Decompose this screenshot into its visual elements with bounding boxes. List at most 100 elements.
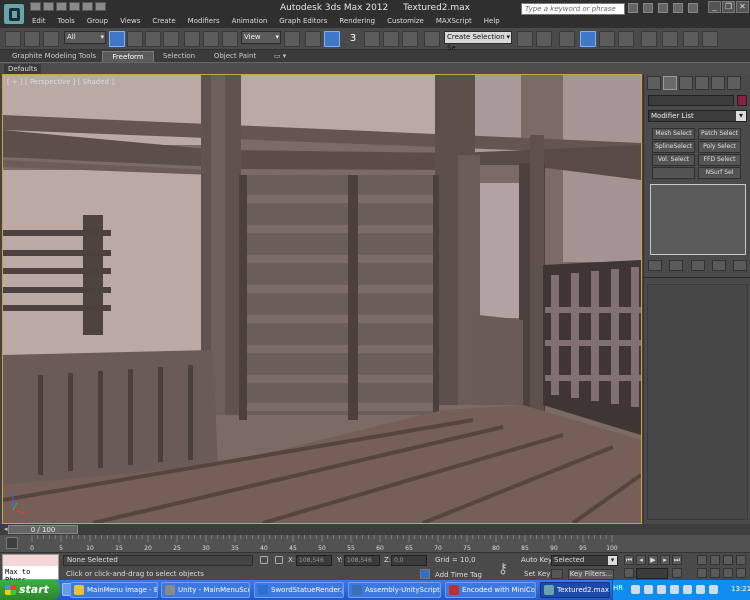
go-to-start-icon[interactable]: ⏮ <box>624 555 634 565</box>
set-key-button[interactable]: Set Key <box>524 570 550 578</box>
maxscript-listener[interactable]: Max to Physc. <box>2 554 59 584</box>
auto-key-button[interactable]: Auto Key <box>521 556 552 564</box>
previous-frame-icon[interactable]: ◂ <box>4 525 8 533</box>
align-icon[interactable] <box>536 31 552 47</box>
render-production-icon[interactable] <box>702 31 718 47</box>
minimize-button[interactable]: _ <box>708 1 721 13</box>
spinner-snap-icon[interactable] <box>402 31 418 47</box>
z-coordinate-field[interactable]: 0,0 <box>391 555 427 566</box>
subscription-icon[interactable] <box>643 3 653 13</box>
configure-modifier-sets-icon[interactable] <box>733 260 747 271</box>
menu-customize[interactable]: Customize <box>381 16 430 26</box>
go-to-end-icon[interactable]: ⏭ <box>672 555 682 565</box>
binoculars-icon[interactable] <box>628 3 638 13</box>
layer-manager-icon[interactable] <box>559 31 575 47</box>
poly-select-button[interactable]: Poly Select <box>698 141 741 153</box>
render-setup-icon[interactable] <box>662 31 678 47</box>
menu-graph-editors[interactable]: Graph Editors <box>273 16 333 26</box>
menu-create[interactable]: Create <box>146 16 181 26</box>
modifier-stack[interactable] <box>650 184 746 255</box>
start-button[interactable]: start <box>0 580 60 600</box>
remove-modifier-icon[interactable] <box>711 260 726 271</box>
maximize-viewport-icon[interactable] <box>736 568 746 578</box>
select-and-move-icon[interactable] <box>184 31 200 47</box>
modify-tab-icon[interactable] <box>663 76 677 90</box>
taskbar-task-button[interactable]: Encoded with MiniCod... <box>445 582 536 598</box>
chevron-down-icon[interactable]: ▾ <box>608 556 617 565</box>
orbit-icon[interactable] <box>723 568 733 578</box>
key-mode-toggle-icon[interactable] <box>624 568 634 578</box>
zoom-extents-icon[interactable] <box>723 555 733 565</box>
named-selection-set-dropdown[interactable]: Create Selection Se <box>444 31 512 52</box>
y-coordinate-field[interactable]: 108,546 <box>344 555 380 566</box>
previous-key-icon[interactable]: ◂ <box>636 555 646 565</box>
tab-freeform[interactable]: Freeform <box>102 51 154 62</box>
vol-select-button[interactable]: Vol. Select <box>652 154 695 166</box>
zoom-all-icon[interactable] <box>710 555 720 565</box>
update-icon[interactable] <box>670 585 679 594</box>
zoom-extents-all-icon[interactable] <box>736 555 746 565</box>
display-tab-icon[interactable] <box>711 76 725 90</box>
selection-filter-dropdown[interactable]: All <box>64 31 106 44</box>
motion-tab-icon[interactable] <box>695 76 709 90</box>
time-slider[interactable]: ◂ 0 / 100 <box>0 524 750 535</box>
network-icon[interactable] <box>631 585 640 594</box>
taskbar-task-button[interactable]: Textured2.max - Aut... <box>540 582 610 598</box>
safely-remove-icon[interactable] <box>709 585 718 594</box>
defaults-panel-tab[interactable]: Defaults <box>4 64 42 74</box>
make-unique-icon[interactable] <box>690 260 705 271</box>
next-key-icon[interactable]: ▸ <box>660 555 670 565</box>
play-icon[interactable]: ▶ <box>648 555 658 565</box>
zoom-icon[interactable] <box>697 555 707 565</box>
ffd-select-button[interactable]: FFD Select <box>698 154 741 166</box>
empty-modifier-button[interactable] <box>652 167 695 179</box>
reference-coordinate-dropdown[interactable]: View <box>241 31 281 44</box>
show-end-result-icon[interactable] <box>669 260 684 271</box>
window-crossing-icon[interactable] <box>163 31 179 47</box>
menu-views[interactable]: Views <box>114 16 146 26</box>
menu-maxscript[interactable]: MAXScript <box>430 16 478 26</box>
set-key-mode-icon[interactable]: ⚷ <box>498 561 508 577</box>
modifier-list-dropdown[interactable]: Modifier List ▾ <box>648 110 747 122</box>
taskbar-task-button[interactable]: SwordStatueRender.j... <box>254 582 344 598</box>
menu-animation[interactable]: Animation <box>226 16 274 26</box>
mirror-icon[interactable] <box>517 31 533 47</box>
create-tab-icon[interactable] <box>647 76 661 90</box>
restore-button[interactable]: ❐ <box>722 1 735 13</box>
rectangular-selection-icon[interactable] <box>145 31 161 47</box>
menu-rendering[interactable]: Rendering <box>333 16 381 26</box>
edit-named-selection-icon[interactable] <box>424 31 440 47</box>
ribbon-options-icon[interactable]: ▭ ▾ <box>265 51 295 62</box>
menu-group[interactable]: Group <box>81 16 114 26</box>
messenger-icon[interactable] <box>683 585 692 594</box>
menu-help[interactable]: Help <box>478 16 506 26</box>
rendered-frame-window-icon[interactable] <box>683 31 699 47</box>
communication-center-icon[interactable] <box>658 3 668 13</box>
menu-tools[interactable]: Tools <box>52 16 81 26</box>
antivirus-icon[interactable] <box>657 585 666 594</box>
keyboard-shortcut-override-icon[interactable] <box>324 31 340 47</box>
favorites-star-icon[interactable] <box>673 3 683 13</box>
time-tag-icon[interactable] <box>420 569 430 579</box>
search-input[interactable]: Type a keyword or phrase <box>521 3 625 15</box>
hierarchy-tab-icon[interactable] <box>679 76 693 90</box>
current-frame-field[interactable] <box>636 568 668 579</box>
key-selection-dropdown[interactable]: Selected ▾ <box>551 555 618 566</box>
select-by-name-icon[interactable] <box>127 31 143 47</box>
close-button[interactable]: ✕ <box>736 1 749 13</box>
schematic-view-icon[interactable] <box>618 31 634 47</box>
use-pivot-center-icon[interactable] <box>284 31 300 47</box>
utilities-tab-icon[interactable] <box>727 76 741 90</box>
perspective-viewport[interactable]: [ + ] [ Perspective ] [ Shaded ] <box>2 74 642 524</box>
select-and-rotate-icon[interactable] <box>203 31 219 47</box>
angle-snap-icon[interactable] <box>364 31 380 47</box>
default-tangents-icon[interactable] <box>551 569 563 579</box>
volume-icon[interactable] <box>644 585 653 594</box>
time-configuration-icon[interactable] <box>672 568 682 578</box>
lock-icon[interactable] <box>260 556 268 564</box>
bluetooth-icon[interactable] <box>696 585 705 594</box>
bind-to-space-warp-icon[interactable] <box>43 31 59 47</box>
spline-select-button[interactable]: SplineSelect <box>652 141 695 153</box>
select-and-manipulate-icon[interactable] <box>305 31 321 47</box>
taskbar-task-button[interactable]: Assembly-UnityScript ... <box>348 582 441 598</box>
